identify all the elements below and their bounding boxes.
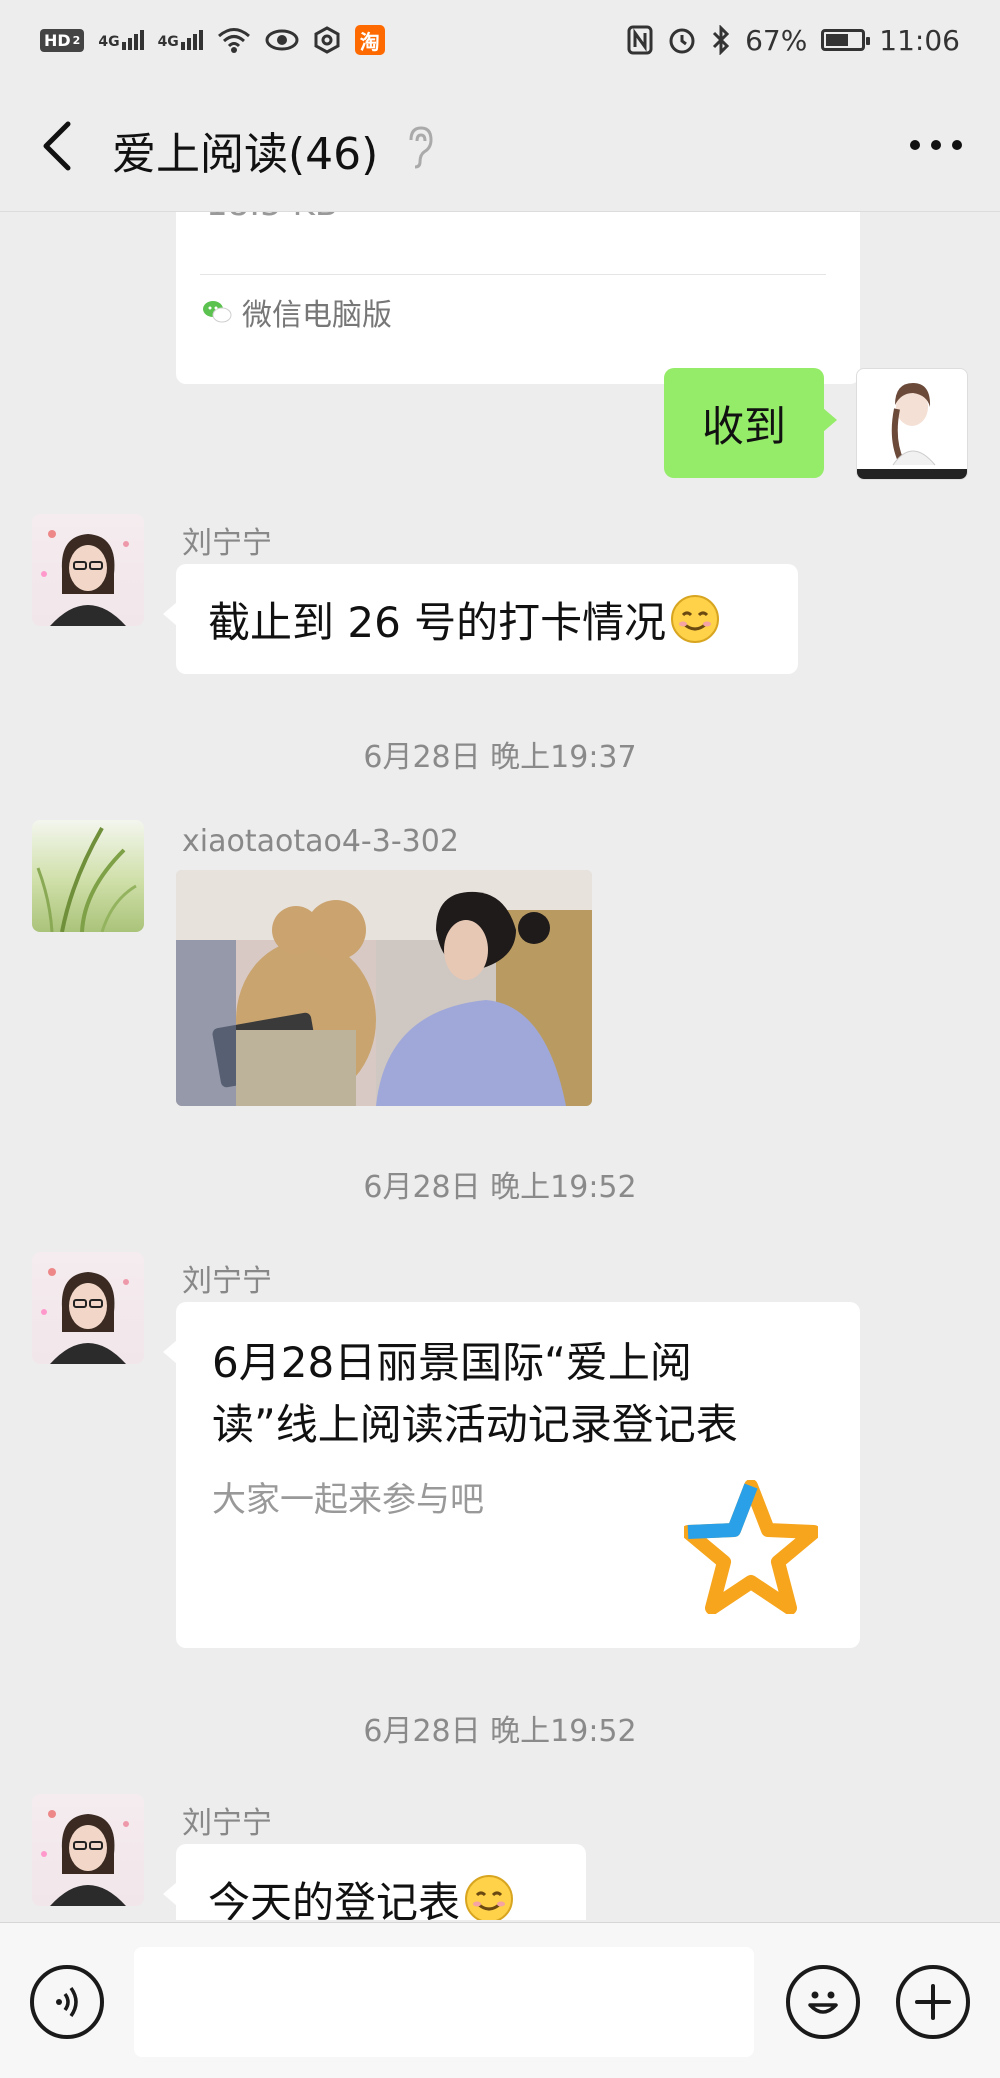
hd-badge: HD 2 <box>40 28 85 52</box>
sender-name: 刘宁宁 <box>182 526 272 561</box>
link-description: 大家一起来参与吧 <box>212 1480 484 1520</box>
sender-name: xiaotaotao4-3-302 <box>182 824 459 859</box>
self-avatar[interactable] <box>856 368 968 480</box>
signal-icon-2: 4G <box>158 30 203 50</box>
file-message-card[interactable]: 18.5 KB 微信电脑版 <box>176 212 860 384</box>
sender-avatar[interactable] <box>32 1794 144 1906</box>
more-button[interactable] <box>910 140 962 150</box>
link-message-card[interactable]: 6月28日丽景国际“爱上阅读”线上阅读活动记录登记表 大家一起来参与吧 <box>163 1302 860 1648</box>
divider <box>200 274 826 275</box>
link-title: 6月28日丽景国际“爱上阅读”线上阅读活动记录登记表 <box>212 1338 738 1449</box>
message-bubble[interactable]: 截止到 26 号的打卡情况 <box>163 564 798 674</box>
message-bubble[interactable]: 今天的登记表 <box>163 1844 586 1921</box>
image-message[interactable] <box>176 870 592 1106</box>
smile-emoji-icon <box>465 1875 514 1920</box>
bluetooth-icon <box>713 25 730 55</box>
input-bar <box>0 1922 1000 2078</box>
network-label-1: 4G <box>98 34 120 50</box>
avatar-photo <box>36 827 137 932</box>
timestamp: 6月28日 晚上19:37 <box>363 740 637 775</box>
timestamp: 6月28日 晚上19:52 <box>363 1170 637 1205</box>
battery-icon <box>821 29 871 51</box>
plus-icon <box>915 1984 951 2020</box>
avatar-photo <box>41 1268 129 1364</box>
sender-name: 刘宁宁 <box>182 1264 272 1299</box>
file-source-label: 微信电脑版 <box>242 298 392 333</box>
sender-avatar[interactable] <box>32 820 144 932</box>
nfc-icon <box>627 25 653 55</box>
more-dot <box>910 140 920 150</box>
clock: 11:06 <box>879 23 960 57</box>
battery-fill <box>826 34 848 46</box>
avatar-photo <box>41 530 129 626</box>
more-dot <box>952 140 962 150</box>
sender-avatar[interactable] <box>32 1252 144 1364</box>
status-bar: HD 2 4G 4G 淘 67% 11:06 <box>0 0 1000 80</box>
taobao-icon: 淘 <box>354 25 385 55</box>
more-dot <box>931 140 941 150</box>
title-bar: 爱上阅读(46) <box>0 80 1000 212</box>
photo-girl-reading <box>176 870 592 1106</box>
message-input[interactable] <box>134 1947 754 2057</box>
file-source: 微信电脑版 <box>202 290 392 334</box>
status-right: 67% 11:06 <box>627 24 960 57</box>
message-text: 今天的登记表 <box>208 1877 461 1921</box>
message-text: 收到 <box>701 401 786 451</box>
sender-avatar[interactable] <box>32 514 144 626</box>
network-label-2: 4G <box>157 34 179 50</box>
sender-name: 刘宁宁 <box>182 1806 272 1841</box>
voice-icon <box>56 1986 78 2018</box>
star-icon <box>684 1480 818 1614</box>
signal-icon: 4G <box>98 30 144 50</box>
voice-button[interactable] <box>30 1965 104 2039</box>
timestamp: 6月28日 晚上19:52 <box>363 1714 637 1749</box>
hd-label: HD <box>44 30 71 50</box>
smile-emoji-icon <box>671 595 720 643</box>
hexagon-icon <box>314 26 340 54</box>
eye-icon <box>265 29 299 51</box>
avatar-illustration <box>857 383 967 479</box>
message-text: 截止到 26 号的打卡情况 <box>208 597 667 647</box>
alarm-icon <box>669 28 695 54</box>
page-title: 爱上阅读(46) <box>112 129 379 180</box>
wifi-icon <box>217 28 250 53</box>
file-size: 18.5 KB <box>206 212 338 224</box>
sim-label: 2 <box>72 33 81 47</box>
status-left: HD 2 4G 4G 淘 <box>40 25 385 55</box>
self-message-bubble[interactable]: 收到 <box>664 368 837 478</box>
chevron-left-icon[interactable] <box>38 120 74 172</box>
emoji-icon <box>808 1991 838 2014</box>
plus-button[interactable] <box>896 1965 970 2039</box>
avatar-photo <box>41 1810 129 1906</box>
battery-percent: 67% <box>745 23 808 57</box>
chat-area[interactable]: 18.5 KB 微信电脑版 收到 刘宁宁 截止到 26 <box>0 212 1000 1920</box>
emoji-button[interactable] <box>786 1965 860 2039</box>
ear-icon <box>409 126 433 169</box>
wechat-icon <box>203 301 232 323</box>
